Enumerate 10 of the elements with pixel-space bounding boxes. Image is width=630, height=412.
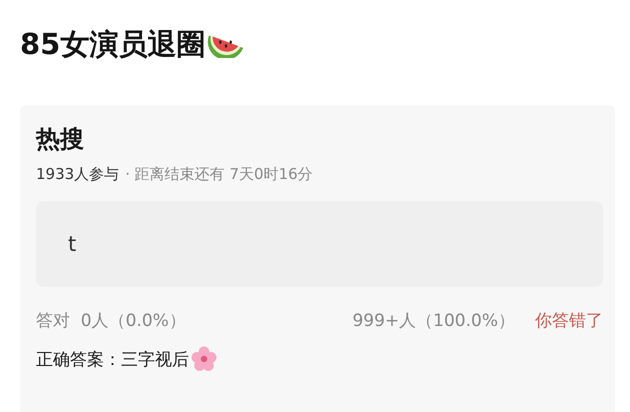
- correct-stat: 答对 0人（0.0%）: [36, 310, 187, 332]
- card-heading: 热搜: [36, 124, 85, 155]
- wrong-stat: 999+人（100.0%）: [352, 310, 515, 332]
- page-title: 85女演员退圈: [20, 26, 206, 63]
- countdown-text: · 距离结束还有 7天0时16分: [125, 165, 313, 184]
- flower-icon: [191, 346, 217, 372]
- correct-answer: 正确答案：三字视后: [36, 348, 189, 370]
- result-text: 你答错了: [535, 310, 603, 332]
- answer-box: t: [36, 201, 603, 287]
- participant-count: 1933人参与: [36, 165, 120, 184]
